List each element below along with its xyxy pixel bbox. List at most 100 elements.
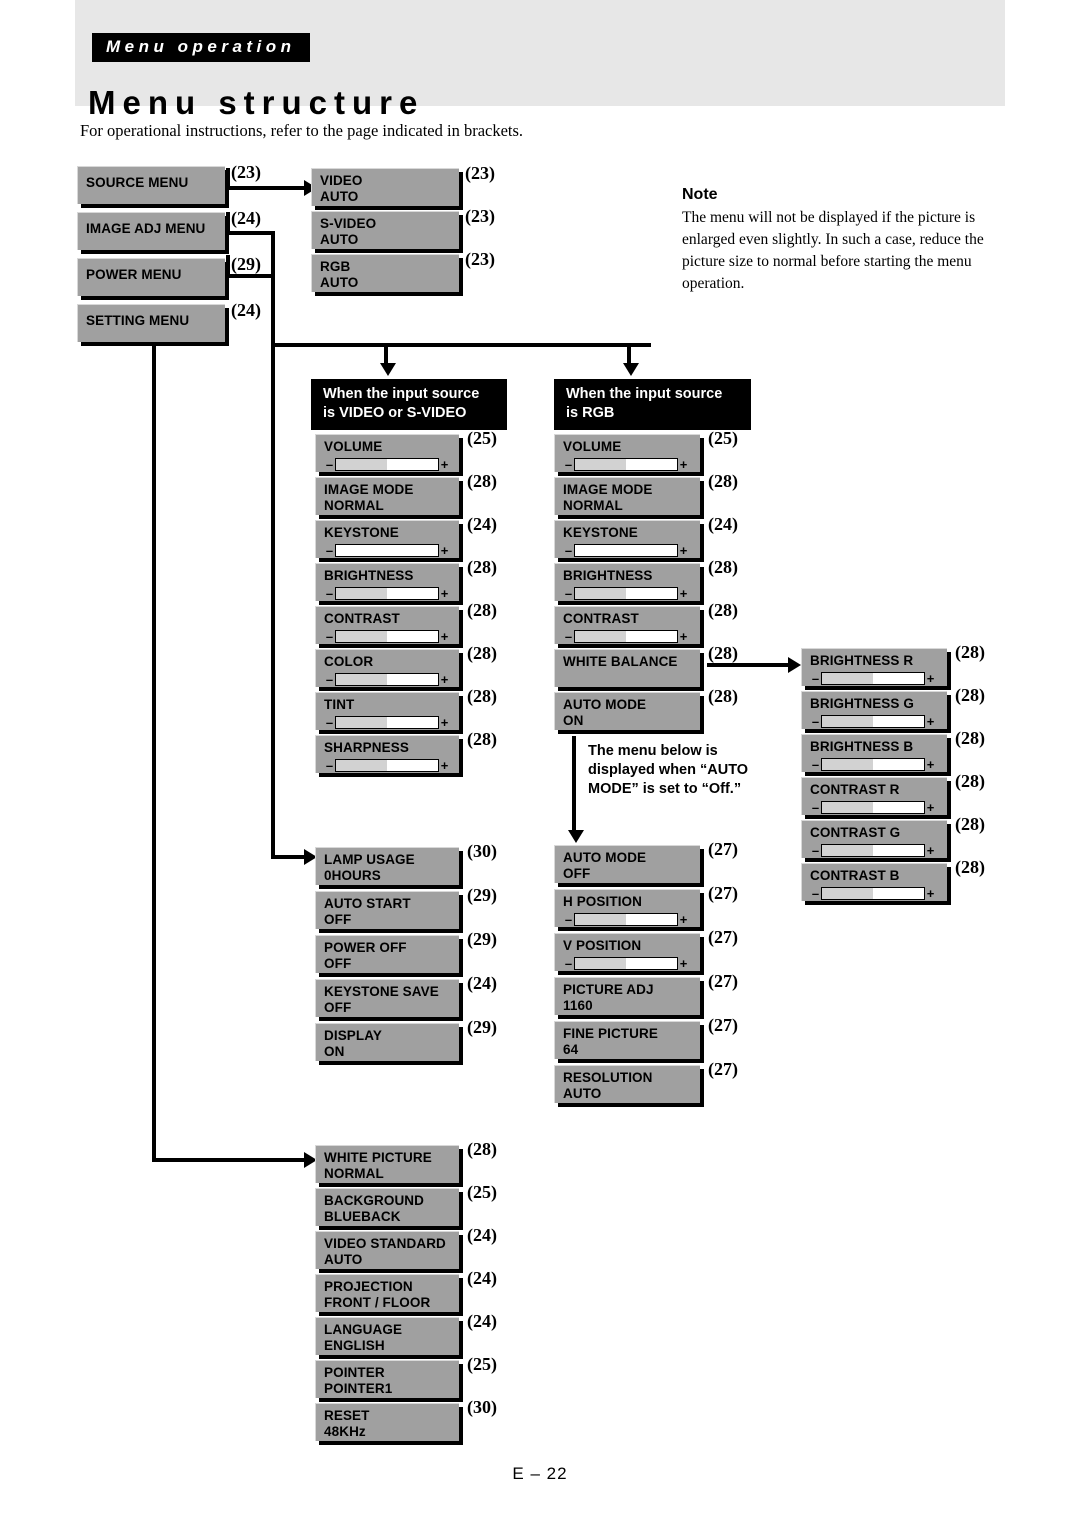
menu-item-box[interactable]: WHITE PICTURE NORMAL: [315, 1145, 459, 1183]
slider-plus-icon[interactable]: +: [925, 887, 936, 900]
menu-item-box[interactable]: CONTRAST G – +: [801, 820, 947, 858]
menu-item-box[interactable]: CONTRAST – +: [554, 606, 700, 644]
menu-item-box[interactable]: VOLUME – +: [315, 434, 459, 472]
slider-minus-icon[interactable]: –: [563, 587, 574, 600]
slider-plus-icon[interactable]: +: [439, 759, 450, 772]
menu-item-box[interactable]: VOLUME – +: [554, 434, 700, 472]
slider-plus-icon[interactable]: +: [678, 587, 689, 600]
slider-minus-icon[interactable]: –: [810, 887, 821, 900]
slider-plus-icon[interactable]: +: [678, 913, 689, 926]
top-menu-box[interactable]: SOURCE MENU: [77, 166, 225, 204]
source-item-box[interactable]: VIDEO AUTO: [311, 168, 459, 206]
slider-minus-icon[interactable]: –: [563, 458, 574, 471]
slider-track[interactable]: [574, 957, 678, 970]
menu-item-box[interactable]: PICTURE ADJ 1160: [554, 977, 700, 1015]
slider-minus-icon[interactable]: –: [324, 673, 335, 686]
menu-item-box[interactable]: IMAGE MODE NORMAL: [315, 477, 459, 515]
slider-minus-icon[interactable]: –: [810, 715, 821, 728]
menu-item-box[interactable]: KEYSTONE – +: [315, 520, 459, 558]
slider-control[interactable]: – +: [324, 457, 459, 472]
slider-control[interactable]: – +: [810, 671, 947, 686]
menu-item-box[interactable]: FINE PICTURE 64: [554, 1021, 700, 1059]
menu-item-box[interactable]: AUTO MODE OFF: [554, 845, 700, 883]
slider-plus-icon[interactable]: +: [925, 758, 936, 771]
slider-track[interactable]: [821, 672, 925, 685]
menu-item-box[interactable]: WHITE BALANCE: [554, 649, 700, 687]
slider-minus-icon[interactable]: –: [563, 630, 574, 643]
slider-control[interactable]: – +: [563, 956, 700, 971]
slider-minus-icon[interactable]: –: [324, 587, 335, 600]
menu-item-box[interactable]: RESET 48KHz: [315, 1403, 459, 1441]
slider-plus-icon[interactable]: +: [439, 544, 450, 557]
slider-minus-icon[interactable]: –: [563, 913, 574, 926]
slider-control[interactable]: – +: [563, 629, 700, 644]
slider-plus-icon[interactable]: +: [678, 957, 689, 970]
menu-item-box[interactable]: POWER OFF OFF: [315, 935, 459, 973]
slider-control[interactable]: – +: [324, 758, 459, 773]
slider-minus-icon[interactable]: –: [810, 672, 821, 685]
slider-control[interactable]: – +: [324, 543, 459, 558]
menu-item-box[interactable]: BACKGROUND BLUEBACK: [315, 1188, 459, 1226]
slider-minus-icon[interactable]: –: [810, 758, 821, 771]
slider-plus-icon[interactable]: +: [439, 587, 450, 600]
slider-minus-icon[interactable]: –: [324, 630, 335, 643]
menu-item-box[interactable]: H POSITION – +: [554, 889, 700, 927]
slider-track[interactable]: [574, 630, 678, 643]
menu-item-box[interactable]: BRIGHTNESS – +: [315, 563, 459, 601]
source-item-box[interactable]: S-VIDEO AUTO: [311, 211, 459, 249]
menu-item-box[interactable]: V POSITION – +: [554, 933, 700, 971]
menu-item-box[interactable]: BRIGHTNESS B – +: [801, 734, 947, 772]
menu-item-box[interactable]: POINTER POINTER1: [315, 1360, 459, 1398]
menu-item-box[interactable]: TINT – +: [315, 692, 459, 730]
slider-minus-icon[interactable]: –: [324, 544, 335, 557]
menu-item-box[interactable]: BRIGHTNESS G – +: [801, 691, 947, 729]
menu-item-box[interactable]: DISPLAY ON: [315, 1023, 459, 1061]
menu-item-box[interactable]: SHARPNESS – +: [315, 735, 459, 773]
slider-control[interactable]: – +: [324, 715, 459, 730]
slider-minus-icon[interactable]: –: [324, 759, 335, 772]
menu-item-box[interactable]: BRIGHTNESS – +: [554, 563, 700, 601]
slider-track[interactable]: [335, 544, 439, 557]
slider-track[interactable]: [821, 844, 925, 857]
slider-track[interactable]: [574, 587, 678, 600]
menu-item-box[interactable]: PROJECTION FRONT / FLOOR: [315, 1274, 459, 1312]
menu-item-box[interactable]: COLOR – +: [315, 649, 459, 687]
slider-track[interactable]: [574, 544, 678, 557]
slider-minus-icon[interactable]: –: [324, 716, 335, 729]
menu-item-box[interactable]: VIDEO STANDARD AUTO: [315, 1231, 459, 1269]
slider-minus-icon[interactable]: –: [810, 844, 821, 857]
menu-item-box[interactable]: LAMP USAGE 0HOURS: [315, 847, 459, 885]
slider-plus-icon[interactable]: +: [678, 630, 689, 643]
slider-track[interactable]: [574, 458, 678, 471]
slider-track[interactable]: [821, 887, 925, 900]
menu-item-box[interactable]: AUTO START OFF: [315, 891, 459, 929]
slider-plus-icon[interactable]: +: [925, 844, 936, 857]
menu-item-box[interactable]: BRIGHTNESS R – +: [801, 648, 947, 686]
slider-control[interactable]: – +: [810, 800, 947, 815]
slider-track[interactable]: [335, 759, 439, 772]
top-menu-box[interactable]: SETTING MENU: [77, 304, 225, 342]
slider-plus-icon[interactable]: +: [439, 673, 450, 686]
slider-control[interactable]: – +: [810, 843, 947, 858]
slider-control[interactable]: – +: [563, 586, 700, 601]
slider-control[interactable]: – +: [324, 672, 459, 687]
slider-track[interactable]: [821, 758, 925, 771]
slider-plus-icon[interactable]: +: [439, 458, 450, 471]
slider-plus-icon[interactable]: +: [439, 716, 450, 729]
menu-item-box[interactable]: KEYSTONE SAVE OFF: [315, 979, 459, 1017]
slider-minus-icon[interactable]: –: [563, 957, 574, 970]
menu-item-box[interactable]: RESOLUTION AUTO: [554, 1065, 700, 1103]
menu-item-box[interactable]: IMAGE MODE NORMAL: [554, 477, 700, 515]
slider-plus-icon[interactable]: +: [439, 630, 450, 643]
slider-minus-icon[interactable]: –: [563, 544, 574, 557]
slider-track[interactable]: [335, 630, 439, 643]
slider-control[interactable]: – +: [810, 757, 947, 772]
menu-item-box[interactable]: KEYSTONE – +: [554, 520, 700, 558]
slider-plus-icon[interactable]: +: [925, 715, 936, 728]
slider-track[interactable]: [821, 715, 925, 728]
source-item-box[interactable]: RGB AUTO: [311, 254, 459, 292]
slider-track[interactable]: [335, 458, 439, 471]
slider-minus-icon[interactable]: –: [810, 801, 821, 814]
slider-plus-icon[interactable]: +: [925, 672, 936, 685]
slider-control[interactable]: – +: [563, 543, 700, 558]
